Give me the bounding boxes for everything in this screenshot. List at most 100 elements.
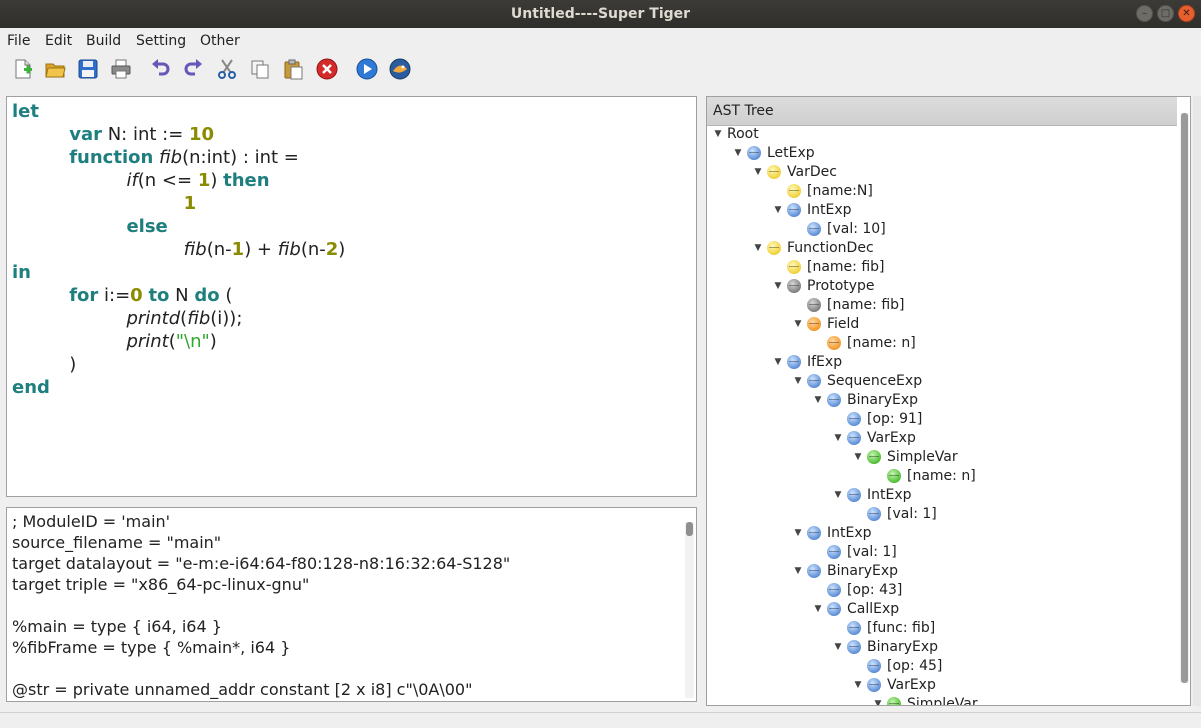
ast-node[interactable]: [val: 1] [809,544,897,563]
ast-node[interactable]: ▼ BinaryExp [789,563,898,582]
node-bullet-icon [807,526,821,540]
ast-node[interactable]: ▼ IntExp [769,202,852,221]
expand-arrow-icon[interactable]: ▼ [769,357,787,367]
node-bullet-icon [847,431,861,445]
new-file-icon[interactable] [11,57,35,81]
expand-arrow-icon[interactable]: ▼ [809,604,827,614]
ast-node[interactable]: [name: fib] [789,297,905,316]
expand-arrow-icon[interactable]: ▼ [729,148,747,158]
ast-node[interactable]: [name: n] [809,335,916,354]
paste-icon[interactable] [281,57,305,81]
code-line: if(n <= 1) then [12,169,269,192]
ast-node[interactable]: [op: 45] [849,658,942,677]
menu-build[interactable]: Build [86,33,121,49]
run-icon[interactable] [355,57,379,81]
print-icon[interactable] [109,57,133,81]
code-token: N: int := [101,124,190,145]
ast-node[interactable]: ▼ Root [709,126,759,145]
code-token: printd [126,308,181,329]
save-icon[interactable] [76,57,100,81]
close-icon[interactable]: ✕ [1178,5,1195,22]
ast-node[interactable]: ▼ Field [789,316,860,335]
code-line: let [12,100,39,123]
expand-arrow-icon[interactable]: ▼ [769,205,787,215]
ast-tree-panel[interactable]: AST Tree ▼ Root ▼ LetExp ▼ VarDec [name:N] ▼ Int… [706,96,1191,706]
open-folder-icon[interactable] [43,57,67,81]
code-token: ) + [244,239,278,260]
ast-scrollbar-thumb[interactable] [1181,113,1188,683]
expand-arrow-icon[interactable]: ▼ [829,642,847,652]
ast-scrollbar[interactable] [1180,113,1189,683]
expand-arrow-icon[interactable]: ▼ [749,243,767,253]
ast-node-label: SimpleVar [907,696,978,706]
ast-node[interactable]: ▼ LetExp [729,145,815,164]
ast-node[interactable]: [name: fib] [769,259,885,278]
menu-edit[interactable]: Edit [45,33,72,49]
expand-arrow-icon[interactable]: ▼ [829,433,847,443]
node-bullet-icon [847,412,861,426]
expand-arrow-icon[interactable]: ▼ [869,699,887,705]
ast-node[interactable]: ▼ VarDec [749,164,837,183]
ast-node[interactable]: [func: fib] [829,620,935,639]
code-token: fib [183,239,207,260]
expand-arrow-icon[interactable]: ▼ [829,490,847,500]
menu-other[interactable]: Other [200,33,240,49]
ast-node[interactable]: ▼ CallExp [809,601,900,620]
stop-icon[interactable] [315,57,339,81]
menu-file[interactable]: File [7,33,30,49]
ir-output[interactable]: ; ModuleID = 'main' source_filename = "ma… [6,507,697,702]
ast-node-label: [val: 1] [847,544,897,560]
ast-node[interactable]: ▼ BinaryExp [809,392,918,411]
ir-scrollbar-thumb[interactable] [686,522,693,536]
expand-arrow-icon[interactable]: ▼ [849,680,867,690]
node-bullet-icon [747,146,761,160]
code-line: var N: int := 10 [12,123,214,146]
ast-node[interactable]: [val: 1] [849,506,937,525]
node-bullet-icon [787,203,801,217]
expand-arrow-icon[interactable]: ▼ [789,566,807,576]
redo-icon[interactable] [181,57,205,81]
expand-arrow-icon[interactable]: ▼ [789,376,807,386]
ir-scrollbar[interactable] [685,522,694,698]
ast-node[interactable]: ▼ IfExp [769,354,843,373]
copy-icon[interactable] [248,57,272,81]
ast-node[interactable]: ▼ VarExp [829,430,916,449]
cut-icon[interactable] [215,57,239,81]
ast-node[interactable]: ▼ BinaryExp [829,639,938,658]
ast-node[interactable]: [op: 43] [809,582,902,601]
ast-node[interactable]: ▼ SimpleVar [869,696,978,706]
ast-node[interactable]: ▼ SimpleVar [849,449,958,468]
expand-arrow-icon[interactable]: ▼ [789,319,807,329]
ast-node[interactable]: [op: 91] [829,411,922,430]
menu-setting[interactable]: Setting [136,33,186,49]
expand-arrow-icon[interactable]: ▼ [709,129,727,139]
code-editor[interactable]: let var N: int := 10 function fib(n:int)… [6,96,697,497]
ast-node[interactable]: [name:N] [769,183,873,202]
minimize-icon[interactable]: – [1136,5,1153,22]
tiger-icon[interactable] [388,57,412,81]
expand-arrow-icon[interactable]: ▼ [789,528,807,538]
expand-arrow-icon[interactable]: ▼ [849,452,867,462]
ast-node[interactable]: ▼ SequenceExp [789,373,923,392]
ast-node[interactable]: ▼ VarExp [849,677,936,696]
ast-node[interactable]: ▼ FunctionDec [749,240,874,259]
ast-tree-header[interactable]: AST Tree [707,97,1177,126]
ast-node-label: IntExp [867,487,912,503]
code-token: function [69,147,154,168]
code-token: 10 [189,124,215,145]
expand-arrow-icon[interactable]: ▼ [749,167,767,177]
code-line: ) [12,353,76,376]
ast-node[interactable]: ▼ IntExp [789,525,872,544]
code-line: printd(fib(i)); [12,307,242,330]
expand-arrow-icon[interactable]: ▼ [809,395,827,405]
maximize-icon[interactable]: □ [1157,5,1174,22]
ast-node[interactable]: ▼ IntExp [829,487,912,506]
undo-icon[interactable] [149,57,173,81]
ast-node[interactable]: [name: n] [869,468,976,487]
ast-node[interactable]: ▼ Prototype [769,278,875,297]
expand-arrow-icon[interactable]: ▼ [769,281,787,291]
ast-node[interactable]: [val: 10] [789,221,886,240]
